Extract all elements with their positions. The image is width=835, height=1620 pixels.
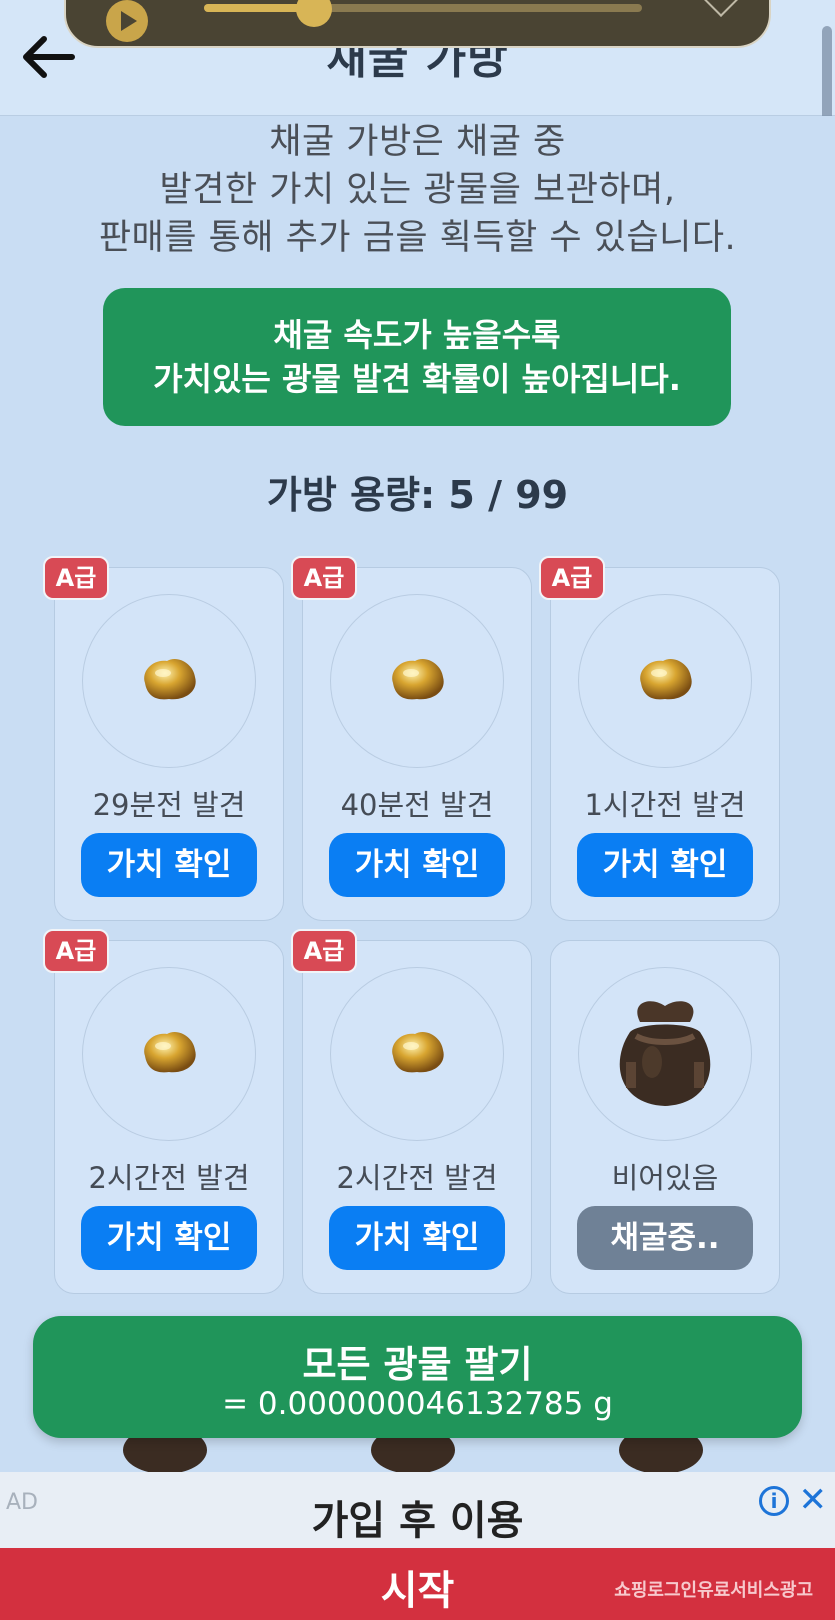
item-found-time: 2시간전 발견 <box>88 1161 250 1195</box>
gold-nugget-icon <box>385 653 449 709</box>
bag-item-card: 40분전 발견가치 확인 <box>302 567 532 921</box>
bag-capacity: 가방 용량: 5 / 99 <box>266 473 569 517</box>
grade-badge: A급 <box>291 929 357 973</box>
sack-icon <box>611 1436 711 1472</box>
item-found-time: 비어있음 <box>611 1161 719 1195</box>
chevron-down-icon[interactable] <box>704 0 738 17</box>
check-value-button[interactable]: 가치 확인 <box>329 833 505 897</box>
item-image-frame <box>578 594 752 768</box>
intro-line: 채굴 가방은 채굴 중 <box>269 122 566 162</box>
media-player-overlay <box>64 0 771 48</box>
intro-line: 판매를 통해 추가 금을 획득할 수 있습니다. <box>98 218 737 258</box>
check-value-button[interactable]: 가치 확인 <box>329 1206 505 1270</box>
gold-nugget-icon <box>385 1026 449 1082</box>
sell-all-label: 모든 광물 팔기 <box>302 1343 533 1386</box>
play-button[interactable] <box>106 0 148 42</box>
item-found-time: 2시간전 발견 <box>336 1161 498 1195</box>
bag-item-card: 1시간전 발견가치 확인 <box>550 567 780 921</box>
bag-item-card: 29분전 발견가치 확인 <box>54 567 284 921</box>
gold-nugget-icon <box>137 653 201 709</box>
sack-icon <box>115 1436 215 1472</box>
grade-badge: A급 <box>43 929 109 973</box>
close-icon[interactable]: ✕ <box>799 1480 828 1520</box>
item-image-frame <box>330 967 504 1141</box>
item-image-frame <box>330 594 504 768</box>
notice-line: 채굴 속도가 높을수록 <box>273 316 561 354</box>
sell-all-button[interactable]: 모든 광물 팔기 = 0.000000046132785 g <box>33 1316 802 1438</box>
media-seek-thumb[interactable] <box>295 0 332 27</box>
notice-line: 가치있는 광물 발견 확률이 높아집니다. <box>153 360 681 398</box>
item-image-frame <box>82 967 256 1141</box>
bag-item-card: 비어있음채굴중.. <box>550 940 780 1294</box>
intro-text: 채굴 가방은 채굴 중 발견한 가치 있는 광물을 보관하며, 판매를 통해 추… <box>0 118 835 262</box>
item-found-time: 29분전 발견 <box>92 788 246 822</box>
ad-banner[interactable]: AD 가입 후 이용 i ✕ 시작 쇼핑로그인유료서비스광고 <box>0 1472 835 1620</box>
item-image-frame <box>82 594 256 768</box>
bag-item-card: 2시간전 발견가치 확인 <box>302 940 532 1294</box>
grade-badge: A급 <box>539 556 605 600</box>
sack-icon <box>610 992 720 1116</box>
grade-badge: A급 <box>43 556 109 600</box>
item-image-frame <box>578 967 752 1141</box>
gold-nugget-icon <box>137 1026 201 1082</box>
intro-line: 발견한 가치 있는 광물을 보관하며, <box>159 170 676 210</box>
grade-badge: A급 <box>291 556 357 600</box>
info-icon[interactable]: i <box>759 1486 789 1516</box>
mining-status-button[interactable]: 채굴중.. <box>577 1206 753 1270</box>
gold-nugget-icon <box>633 653 697 709</box>
sack-icon <box>363 1436 463 1472</box>
ad-cta-button[interactable]: 시작 쇼핑로그인유료서비스광고 <box>0 1548 835 1620</box>
check-value-button[interactable]: 가치 확인 <box>81 833 257 897</box>
ad-cta-sub: 쇼핑로그인유료서비스광고 <box>614 1580 813 1601</box>
mining-speed-notice: 채굴 속도가 높을수록 가치있는 광물 발견 확률이 높아집니다. <box>103 288 731 426</box>
sell-all-value: = 0.000000046132785 g <box>222 1386 613 1422</box>
check-value-button[interactable]: 가치 확인 <box>81 1206 257 1270</box>
item-found-time: 1시간전 발견 <box>584 788 746 822</box>
ad-title[interactable]: 가입 후 이용 <box>0 1488 835 1546</box>
item-found-time: 40분전 발견 <box>340 788 494 822</box>
check-value-button[interactable]: 가치 확인 <box>577 833 753 897</box>
bag-item-card: 2시간전 발견가치 확인 <box>54 940 284 1294</box>
